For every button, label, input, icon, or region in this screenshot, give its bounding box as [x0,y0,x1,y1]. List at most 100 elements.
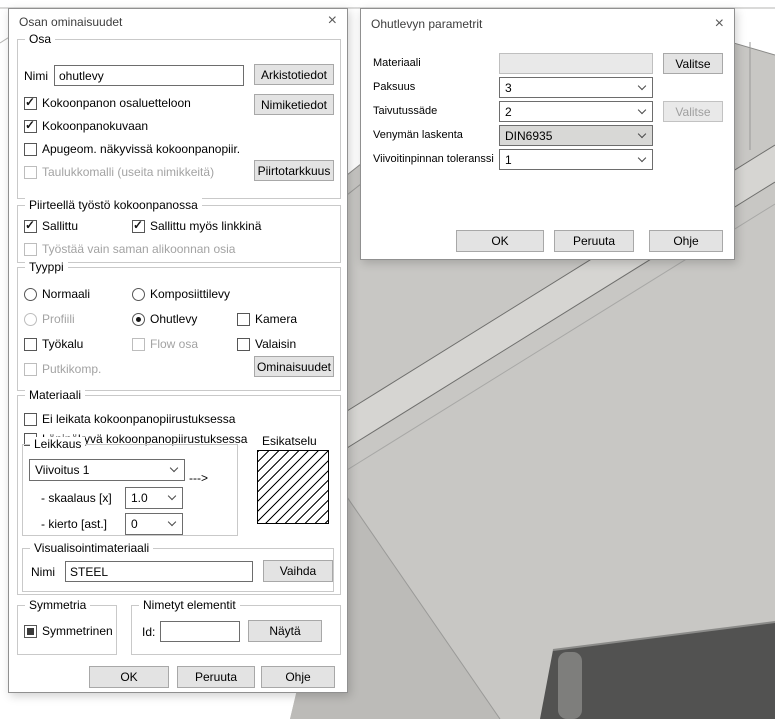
slot-cutout [558,652,582,719]
group-tyyppi: Tyyppi Normaali Komposiittilevy Profiili… [17,267,341,391]
checkbox-label: Ei leikata kokoonpanopiirustuksessa [42,412,235,426]
group-leikkaus: Leikkaus Viivoitus 1 ---> - skaalaus [x]… [22,444,238,536]
nimiketiedot-button[interactable]: Nimiketiedot [254,94,334,115]
peruuta-button[interactable]: Peruuta [177,666,255,688]
radio-circle [132,288,145,301]
piirtotarkkuus-button[interactable]: Piirtotarkkuus [254,160,334,181]
indeterminate-mark [27,628,34,635]
checkbox-box [132,338,145,351]
sheet-dialog-titlebar[interactable]: Ohutlevyn parametrit × [361,9,734,39]
checkbox-box: ✓ [132,220,145,233]
checkbox-box: ✓ [24,120,37,133]
checkbox-box [24,166,37,179]
checkbox-box [237,338,250,351]
kierto-dropdown[interactable]: 0 [125,513,183,535]
hatch-arrow: ---> [189,471,208,485]
checkbox-tyokalu[interactable]: Työkalu [24,337,83,351]
visual-nimi-input[interactable] [65,561,253,582]
checkbox-box [24,143,37,156]
checkbox-box [24,625,37,638]
viivoitus-value: Viivoitus 1 [35,463,89,477]
ohje-button[interactable]: Ohje [649,230,723,252]
checkbox-box: ✓ [24,220,37,233]
esikatselu-label: Esikatselu [262,434,317,448]
id-input[interactable] [160,621,240,642]
nimi-label: Nimi [24,69,48,83]
toleranssi-dropdown[interactable]: 1 [499,149,653,170]
ok-button[interactable]: OK [456,230,544,252]
chevron-down-icon [638,153,646,161]
taivutussade-label: Taivutussäde [373,105,437,117]
group-materiaali-legend: Materiaali [25,388,85,402]
ok-button[interactable]: OK [89,666,169,688]
paksuus-dropdown[interactable]: 3 [499,77,653,98]
radio-circle [24,313,37,326]
checkbox-box [24,338,37,351]
group-osa: Osa Nimi Arkistotiedot ✓ Kokoonpanon osa… [17,39,341,199]
ohje-button[interactable]: Ohje [261,666,335,688]
taivutussade-dropdown[interactable]: 2 [499,101,653,122]
radio-circle [132,313,145,326]
part-dialog-title: Osan ominaisuudet [19,15,122,29]
checkbox-kamera[interactable]: Kamera [237,312,297,326]
vaihda-button[interactable]: Vaihda [263,560,333,582]
visual-nimi-label: Nimi [31,565,55,579]
checkbox-label: Putkikomp. [42,362,101,376]
ominaisuudet-button[interactable]: Ominaisuudet [254,356,334,377]
checkbox-symmetrinen[interactable]: Symmetrinen [24,624,113,638]
valitse-taivutussade-button: Valitse [663,101,723,122]
checkbox-label: Apugeom. näkyvissä kokoonpanopiir. [42,142,240,156]
check-icon: ✓ [25,95,35,109]
venyman-laskenta-dropdown[interactable]: DIN6935 [499,125,653,146]
checkbox-kokoonpanokuvaan[interactable]: ✓ Kokoonpanokuvaan [24,119,148,133]
group-tyyppi-legend: Tyyppi [25,260,68,274]
checkbox-sallittu[interactable]: ✓ Sallittu [24,219,78,233]
checkbox-apugeom[interactable]: Apugeom. näkyvissä kokoonpanopiir. [24,142,240,156]
radio-label: Normaali [42,287,90,301]
checkbox-box [24,243,37,256]
peruuta-button[interactable]: Peruuta [554,230,634,252]
group-tyosto-legend: Piirteellä työstö kokoonpanossa [25,198,202,212]
materiaali-input [499,53,653,74]
checkbox-ei-leikata[interactable]: Ei leikata kokoonpanopiirustuksessa [24,412,235,426]
chevron-down-icon [170,464,178,472]
radio-normaali[interactable]: Normaali [24,287,90,301]
nimi-input[interactable] [54,65,244,86]
nayta-button[interactable]: Näytä [248,620,322,642]
radio-komposiittilevy[interactable]: Komposiittilevy [132,287,230,301]
checkbox-label: Symmetrinen [42,624,113,638]
skaalaus-dropdown[interactable]: 1.0 [125,487,183,509]
skaalaus-label: - skaalaus [x] [41,491,112,505]
checkbox-sallittu-linkkina[interactable]: ✓ Sallittu myös linkkinä [132,219,261,233]
venyman-laskenta-label: Venymän laskenta [373,129,463,141]
group-symmetria: Symmetria Symmetrinen [17,605,117,655]
hatch-preview [257,450,329,524]
group-symmetria-legend: Symmetria [25,598,90,612]
chevron-down-icon [168,518,176,526]
group-nimetyt-legend: Nimetyt elementit [139,598,240,612]
checkbox-label: Kamera [255,312,297,326]
valitse-materiaali-button[interactable]: Valitse [663,53,723,74]
materiaali-label: Materiaali [373,57,421,69]
radio-label: Komposiittilevy [150,287,230,301]
radio-circle [24,288,37,301]
kierto-value: 0 [131,517,138,531]
checkbox-kokoonpanon-osaluetteloon[interactable]: ✓ Kokoonpanon osaluetteloon [24,96,191,110]
radio-label: Profiili [42,312,75,326]
sheet-dialog-title: Ohutlevyn parametrit [371,17,482,31]
checkbox-valaisin[interactable]: Valaisin [237,337,296,351]
viivoitus-dropdown[interactable]: Viivoitus 1 [29,459,185,481]
close-icon[interactable]: × [715,16,724,32]
arkistotiedot-button[interactable]: Arkistotiedot [254,64,334,85]
radio-profiili: Profiili [24,312,75,326]
close-icon[interactable]: × [328,13,337,29]
group-leikkaus-legend: Leikkaus [30,437,85,451]
checkbox-label: Työkalu [42,337,83,351]
part-dialog-titlebar[interactable]: Osan ominaisuudet × [9,9,347,35]
group-visualisointi-legend: Visualisointimateriaali [30,541,153,555]
checkbox-label: Flow osa [150,337,198,351]
chevron-down-icon [638,81,646,89]
radio-ohutlevy[interactable]: Ohutlevy [132,312,197,326]
toleranssi-label: Viivoitinpinnan toleranssi [373,153,494,165]
check-icon: ✓ [133,218,143,232]
